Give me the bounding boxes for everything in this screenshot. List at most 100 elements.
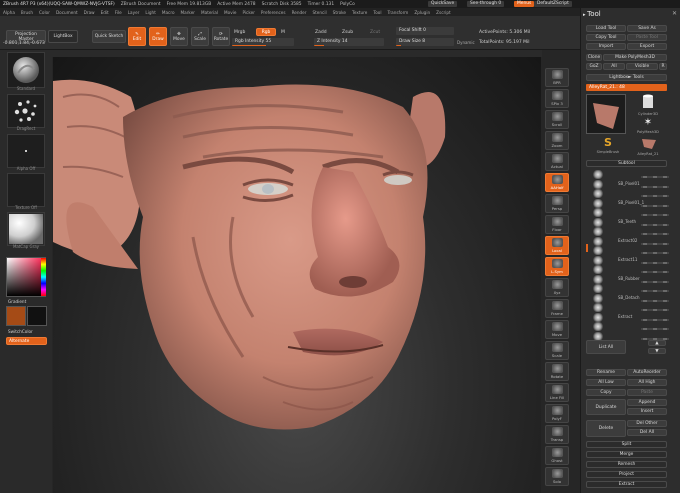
tool-scroll-button[interactable]: Scroll [545, 110, 569, 129]
current-tool-slider[interactable]: AlleyRat_21.: 48 [586, 84, 667, 91]
subtool-row[interactable]: Extract11 [586, 255, 672, 265]
extract-button[interactable]: Extract [586, 481, 667, 488]
goz-visible-button[interactable]: Visible [626, 63, 658, 70]
mrgb-toggle[interactable]: Mrgb [234, 30, 245, 35]
edit-button[interactable]: ✎ Edit [128, 27, 146, 46]
subtool-row[interactable]: SB_Pixel01 [586, 179, 672, 189]
project-button[interactable]: Project [586, 471, 667, 478]
all-low-button[interactable]: All Low [586, 379, 626, 386]
subtool-row[interactable] [586, 303, 672, 312]
append-button[interactable]: Append [627, 399, 667, 406]
menu-stencil[interactable]: Stencil [312, 10, 326, 15]
stroke-selector[interactable] [7, 94, 45, 128]
tool-polyf-button[interactable]: PolyF [545, 404, 569, 423]
copy-tool-button[interactable]: Copy Tool [586, 34, 626, 41]
list-all-button[interactable]: List All [586, 340, 626, 354]
remesh-button[interactable]: Remesh [586, 461, 667, 468]
subtool-visibility-toggles[interactable] [641, 271, 669, 273]
paste-tool-button[interactable]: Paste Tool [627, 34, 667, 41]
menu-layer[interactable]: Layer [128, 10, 140, 15]
move-button[interactable]: ✥ Move [170, 27, 188, 46]
export-button[interactable]: Export [627, 43, 667, 50]
quick-sketch-button[interactable]: Quick Sketch [92, 30, 126, 43]
tool-linefill-button[interactable]: Line Fill [545, 383, 569, 402]
menu-brush[interactable]: Brush [21, 10, 33, 15]
secondary-color-swatch[interactable] [27, 306, 47, 326]
subtool-row[interactable] [586, 265, 672, 274]
menu-color[interactable]: Color [39, 10, 50, 15]
menu-file[interactable]: File [115, 10, 122, 15]
load-tool-button[interactable]: Load Tool [586, 25, 626, 32]
menu-alpha[interactable]: Alpha [3, 10, 15, 15]
alpha-selector[interactable] [7, 134, 45, 168]
zadd-toggle[interactable]: Zadd [315, 30, 327, 35]
subtool-visibility-toggles[interactable] [641, 204, 669, 207]
menu-zplugin[interactable]: Zplugin [414, 10, 430, 15]
subtool-row[interactable] [586, 227, 672, 236]
subtool-visibility-toggles[interactable] [641, 299, 669, 302]
subtool-visibility-toggles[interactable] [641, 185, 669, 188]
make-polymesh-button[interactable]: Make PolyMesh3D [603, 54, 667, 61]
menu-transform[interactable]: Transform [387, 10, 408, 15]
tool-transp-button[interactable]: Transp [545, 425, 569, 444]
del-other-button[interactable]: Del Other [627, 420, 667, 427]
tool-actual-button[interactable]: Actual [545, 152, 569, 171]
tool-ghost-button[interactable]: Ghost [545, 446, 569, 465]
subtool-visibility-toggles[interactable] [641, 328, 669, 330]
tool-aahalf-button[interactable]: AAHalf [545, 173, 569, 192]
arrow-down-icon[interactable]: ▼ [648, 348, 666, 354]
import-button[interactable]: Import [586, 43, 626, 50]
menu-tool[interactable]: Tool [373, 10, 381, 15]
texture-selector[interactable] [7, 173, 45, 207]
del-all-button[interactable]: Del All [627, 429, 667, 436]
z-intensity-slider[interactable]: Z Intensity 14 [314, 38, 384, 46]
main-color-swatch[interactable] [6, 306, 26, 326]
subtool-row[interactable] [586, 189, 672, 198]
menu-material[interactable]: Material [201, 10, 218, 15]
paste-button[interactable]: Paste [627, 389, 667, 396]
scale-button[interactable]: ⤢ Scale [191, 27, 209, 46]
goz-button[interactable]: GoZ [586, 63, 602, 70]
clone-button[interactable]: Clone [586, 54, 602, 61]
subtool-visibility-toggles[interactable] [641, 223, 669, 226]
tool-local-button[interactable]: Local [545, 236, 569, 255]
subtool-visibility-toggles[interactable] [641, 233, 669, 235]
draw-size-slider[interactable]: Draw Size 8 [396, 38, 454, 46]
tool-frame-button[interactable]: Frame [545, 299, 569, 318]
all-high-button[interactable]: All High [627, 379, 667, 386]
merge-button[interactable]: Merge [586, 451, 667, 458]
alleyrat-small-thumb[interactable]: AlleyRat_21 [630, 136, 666, 158]
menus-button[interactable]: Menus [514, 1, 535, 7]
menu-render[interactable]: Render [292, 10, 307, 15]
tool-spix-button[interactable]: SPix 3 [545, 89, 569, 108]
see-through-slider[interactable]: See-through 0 [467, 1, 505, 7]
subtool-visibility-toggles[interactable] [641, 280, 669, 283]
menu-zscript[interactable]: Zscript [436, 10, 451, 15]
color-picker[interactable] [6, 257, 46, 297]
gradient-toggle[interactable]: Gradient [8, 299, 26, 304]
menu-macro[interactable]: Macro [162, 10, 175, 15]
tool-floor-button[interactable]: Floor [545, 215, 569, 234]
tool-lsym-button[interactable]: L.Sym [545, 257, 569, 276]
close-icon[interactable]: ✕ [672, 10, 677, 17]
document-canvas[interactable] [53, 57, 541, 493]
menu-movie[interactable]: Movie [224, 10, 236, 15]
simplebrush-thumb[interactable]: S SimpleBrush [590, 136, 626, 158]
rotate-button[interactable]: ⟳ Rotate [212, 27, 230, 46]
alternate-button[interactable]: Alternate [6, 337, 47, 345]
zsub-toggle[interactable]: Zsub [342, 30, 353, 35]
quicksave-button[interactable]: QuickSave [428, 1, 458, 7]
menu-document[interactable]: Document [56, 10, 78, 15]
lightbox-button[interactable]: LightBox [48, 30, 78, 43]
hue-strip[interactable] [41, 258, 46, 296]
zcut-toggle[interactable]: Zcut [370, 30, 380, 35]
subtool-visibility-toggles[interactable] [641, 195, 669, 197]
copy-button[interactable]: Copy [586, 389, 626, 396]
subtool-visibility-toggles[interactable] [641, 261, 669, 264]
subtool-row[interactable]: SB_Rubber [586, 274, 672, 284]
split-button[interactable]: Split [586, 441, 667, 448]
subtool-row[interactable] [586, 208, 672, 217]
menu-edit[interactable]: Edit [101, 10, 109, 15]
tool-rotate-button[interactable]: Rotate [545, 362, 569, 381]
polymesh3d-thumb[interactable]: ✶ PolyMesh3D [630, 116, 666, 138]
